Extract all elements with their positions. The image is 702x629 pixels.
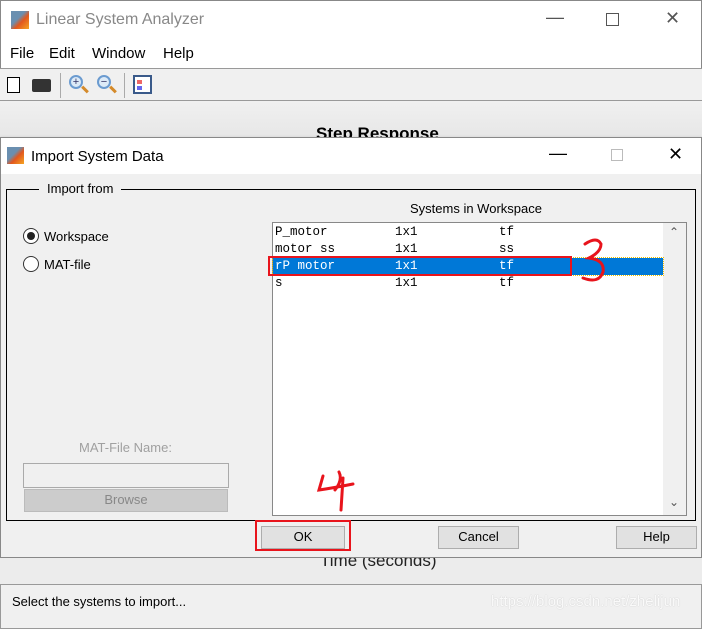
help-button[interactable]: Help	[616, 526, 697, 549]
legend-icon[interactable]	[133, 75, 152, 94]
dialog-close-button[interactable]: ✕	[668, 144, 683, 165]
minimize-button[interactable]: —	[546, 7, 564, 28]
annotation-ok-box	[255, 520, 351, 551]
new-icon[interactable]	[7, 77, 20, 93]
matlab-logo-icon	[11, 11, 29, 29]
browse-button: Browse	[24, 489, 228, 512]
dialog-title: Import System Data	[31, 148, 164, 165]
annotation-4	[316, 470, 355, 512]
main-window-title: Linear System Analyzer	[36, 11, 205, 28]
cancel-button[interactable]: Cancel	[438, 526, 519, 549]
menu-window[interactable]: Window	[92, 45, 145, 62]
close-button[interactable]: ✕	[665, 8, 680, 29]
menu-bar: File Edit Window Help	[0, 38, 702, 69]
matlab-logo-icon	[7, 147, 24, 164]
menu-edit[interactable]: Edit	[49, 45, 75, 62]
import-dialog: Import System Data — ✕ Import from Works…	[0, 137, 702, 558]
mat-file-name-label: MAT-File Name:	[79, 440, 172, 455]
import-from-label: Import from	[39, 181, 122, 196]
dialog-titlebar: Import System Data — ✕	[1, 138, 701, 174]
scroll-up-icon[interactable]: ⌃	[669, 225, 679, 239]
dialog-minimize-button[interactable]: —	[549, 143, 567, 164]
plot-area: Step Response	[0, 101, 702, 143]
main-titlebar: Linear System Analyzer — ✕	[0, 0, 702, 38]
annotation-3	[581, 238, 605, 282]
scroll-down-icon[interactable]: ⌄	[669, 495, 679, 509]
annotation-highlight-box	[268, 256, 572, 276]
status-text: Select the systems to import...	[12, 594, 187, 609]
mat-file-name-input	[23, 463, 229, 488]
menu-file[interactable]: File	[10, 45, 34, 62]
dialog-maximize-button	[611, 149, 623, 161]
x-axis-label: Time (seconds)	[320, 558, 437, 570]
toolbar: + −	[0, 68, 702, 101]
list-scrollbar[interactable]: ⌃ ⌄	[663, 223, 686, 515]
watermark: https://blog.csdn.net/zhelijun	[491, 593, 681, 610]
status-bar: Select the systems to import... https://…	[0, 585, 702, 629]
print-icon[interactable]	[32, 79, 51, 92]
maximize-button[interactable]	[606, 13, 619, 26]
systems-list-header: Systems in Workspace	[410, 201, 542, 216]
menu-help[interactable]: Help	[163, 45, 194, 62]
plot-xlabel-area: Time (seconds)	[0, 558, 702, 585]
